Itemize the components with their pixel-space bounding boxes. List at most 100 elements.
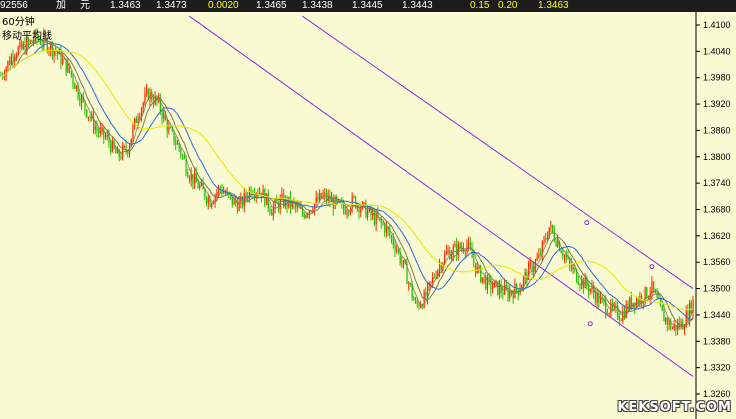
- candle-body: [199, 185, 201, 189]
- candle-body: [663, 310, 665, 322]
- y-tick-label: 1.3680: [703, 205, 731, 215]
- candle-body: [264, 189, 266, 205]
- candle-body: [53, 50, 55, 56]
- candle-body: [433, 277, 436, 278]
- candle-body: [346, 212, 348, 215]
- quote-value-2: 1.3473: [156, 0, 187, 11]
- candle-body: [608, 313, 610, 315]
- candle-body: [557, 241, 559, 246]
- candle-body: [473, 257, 475, 263]
- candle-body: [550, 225, 552, 228]
- candle-body: [216, 192, 218, 196]
- candle-body: [644, 287, 646, 303]
- candle-body: [128, 145, 131, 155]
- y-tick-label: 1.3920: [703, 99, 731, 109]
- candle-body: [430, 281, 432, 283]
- candle-body: [675, 324, 677, 331]
- candle-body: [579, 284, 581, 286]
- candle-body: [610, 303, 612, 314]
- candle-body: [223, 192, 225, 194]
- y-tick-label: 1.3260: [703, 389, 731, 399]
- candle-body: [490, 278, 492, 290]
- candle-body: [303, 214, 305, 218]
- candle-body: [134, 118, 136, 127]
- candle-body: [315, 197, 317, 204]
- candle-body: [104, 136, 107, 138]
- y-tick-label: 1.3800: [703, 152, 731, 162]
- candle-body: [72, 75, 74, 84]
- candle-body: [231, 196, 233, 205]
- candle-body: [502, 292, 504, 295]
- candle-body: [317, 197, 319, 201]
- candle-body: [211, 203, 213, 207]
- candle-body: [367, 211, 369, 218]
- candle-body: [543, 238, 545, 242]
- candle-body: [62, 58, 64, 64]
- candle-body: [269, 207, 271, 213]
- quote-change: 0.0020: [208, 0, 239, 11]
- candle-body: [60, 50, 62, 64]
- candle-body: [392, 237, 394, 245]
- candle-body: [86, 109, 88, 117]
- candle-body: [661, 305, 663, 311]
- candle-body: [163, 113, 165, 119]
- candle-body: [572, 267, 574, 270]
- candle-body: [358, 205, 360, 213]
- candle-body: [115, 148, 117, 154]
- candle-body: [683, 327, 686, 330]
- candle-body: [101, 127, 103, 130]
- candle-body: [409, 283, 412, 285]
- candle-body: [89, 116, 91, 119]
- candle-body: [509, 291, 511, 299]
- candle-body: [447, 250, 449, 252]
- candle-body: [570, 264, 573, 270]
- candle-body: [110, 142, 112, 152]
- candle-body: [87, 116, 90, 118]
- candle-body: [483, 276, 485, 278]
- quote-value-5: 1.3445: [352, 0, 383, 11]
- candle-body: [94, 127, 96, 130]
- candle-body: [425, 291, 427, 298]
- candle-body: [408, 283, 410, 285]
- candle-body: [98, 131, 100, 134]
- candle-body: [454, 244, 456, 247]
- candle-body: [577, 281, 579, 285]
- candle-body: [423, 291, 425, 308]
- candle-body: [545, 238, 547, 240]
- candle-body: [555, 240, 557, 246]
- candle-body: [132, 126, 134, 139]
- candle-body: [218, 187, 220, 193]
- candle-body: [529, 263, 531, 265]
- candle-body: [224, 192, 227, 195]
- candle-body: [666, 318, 669, 325]
- quote-value-6: 1.3443: [402, 0, 433, 11]
- candle-body: [486, 277, 489, 289]
- candle-body: [492, 287, 494, 290]
- candle-body: [7, 61, 9, 68]
- candle-body: [9, 61, 11, 65]
- price-chart[interactable]: 1.4100 1.4040 1.3980 1.3920 1.3860 1.3800 1.37…: [0, 12, 736, 419]
- symbol-code: 92556: [0, 0, 28, 11]
- candle-body: [175, 143, 177, 145]
- candle-body: [420, 305, 422, 308]
- candle-body: [188, 177, 191, 181]
- candle-body: [161, 110, 163, 119]
- candle-body: [403, 260, 405, 263]
- y-tick-label: 1.4040: [703, 46, 731, 56]
- candle-body: [391, 235, 393, 238]
- y-tick-label: 1.3620: [703, 231, 731, 241]
- candle-body: [522, 277, 525, 286]
- y-tick-label: 1.3500: [703, 284, 731, 294]
- candle-body: [564, 255, 566, 257]
- candle-body: [197, 182, 199, 189]
- y-tick-label: 1.3980: [703, 73, 731, 83]
- candle-body: [120, 156, 122, 158]
- quote-value-1: 1.3463: [110, 0, 141, 11]
- candle-body: [67, 63, 69, 73]
- quote-value-8: 0.20: [498, 0, 518, 11]
- quote-value-3: 1.3465: [256, 0, 287, 11]
- candle-body: [450, 254, 453, 260]
- candle-body: [671, 328, 674, 330]
- candle-body: [176, 143, 179, 145]
- candle-body: [139, 116, 141, 119]
